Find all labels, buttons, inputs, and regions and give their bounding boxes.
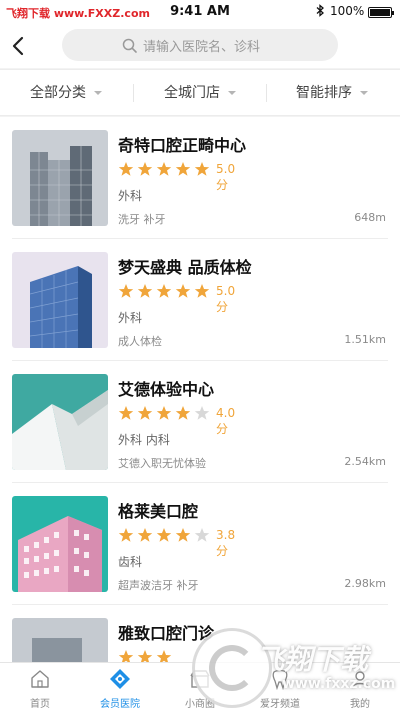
clinic-name: 梦天盛典 品质体检 — [118, 258, 252, 277]
back-button[interactable] — [6, 30, 36, 62]
star-filled-icon — [137, 527, 153, 547]
star-filled-icon — [137, 649, 153, 662]
star-filled-icon — [137, 161, 153, 181]
header: 请输入医院名、诊科 — [0, 24, 400, 68]
clinic-services: 成人体检 — [118, 335, 162, 348]
clinic-thumbnail — [12, 130, 108, 226]
tab-home[interactable]: 首页 — [0, 663, 80, 712]
rating-score: 4.0分 — [216, 406, 236, 436]
clinic-name: 艾德体验中心 — [118, 380, 215, 399]
battery-icon — [368, 7, 394, 18]
star-filled-icon — [156, 161, 172, 181]
site-watermark-logo: 飞翔下载 www.fxxz.com — [192, 624, 400, 712]
filter-sort-label: 智能排序 — [296, 85, 352, 101]
bluetooth-icon — [316, 4, 325, 20]
filter-divider — [266, 84, 267, 102]
rating-score: 3.8分 — [216, 528, 236, 558]
watermark-url: www.fxxz.com — [282, 676, 396, 692]
clinic-list-item[interactable]: 艾德体验中心 4.0分 外科 内科 艾德入职无忧体验 2.54km — [0, 361, 400, 483]
star-filled-icon — [156, 283, 172, 303]
clinic-name: 奇特口腔正畸中心 — [118, 136, 247, 155]
star-filled-icon — [118, 649, 134, 662]
star-filled-icon — [118, 283, 134, 303]
clinic-department: 外科 — [118, 311, 143, 325]
star-filled-icon — [137, 405, 153, 425]
star-filled-icon — [156, 527, 172, 547]
clinic-name: 格莱美口腔 — [118, 502, 199, 521]
rating-score: 5.0分 — [216, 162, 236, 192]
tab-member-hospital-label: 会员医院 — [100, 699, 140, 710]
hospital-diamond-icon — [110, 669, 130, 689]
filter-category-label: 全部分类 — [30, 85, 86, 101]
filter-sort[interactable]: 智能排序 — [296, 70, 368, 116]
star-filled-icon — [175, 161, 191, 181]
star-empty-icon — [194, 527, 210, 547]
caret-down-icon — [360, 91, 368, 95]
clinic-distance: 2.54km — [344, 455, 386, 468]
filter-store-label: 全城门店 — [164, 85, 220, 101]
filter-bar: 全部分类 全城门店 智能排序 — [0, 69, 400, 116]
clinic-distance: 648m — [354, 211, 386, 224]
star-filled-icon — [118, 161, 134, 181]
star-filled-icon — [175, 527, 191, 547]
caret-down-icon — [228, 91, 236, 95]
star-filled-icon — [118, 527, 134, 547]
chevron-left-icon — [12, 36, 24, 56]
star-filled-icon — [156, 649, 172, 662]
search-icon — [122, 38, 137, 53]
filter-store[interactable]: 全城门店 — [164, 70, 236, 116]
clinic-thumbnail — [12, 618, 108, 662]
star-filled-icon — [118, 405, 134, 425]
watermark-brand: 飞翔下载 — [256, 643, 369, 676]
filter-divider — [133, 84, 134, 102]
search-input[interactable]: 请输入医院名、诊科 — [62, 29, 338, 61]
clinic-services: 艾德入职无忧体验 — [118, 457, 206, 470]
status-bar: 飞翔下载 www.FXXZ.com 9:41 AM 100% — [0, 0, 400, 24]
clinic-department: 外科 内科 — [118, 433, 170, 447]
filter-category[interactable]: 全部分类 — [30, 70, 102, 116]
clinic-list-item[interactable]: 奇特口腔正畸中心 5.0分 外科 洗牙 补牙 648m — [0, 117, 400, 239]
clinic-distance: 2.98km — [344, 577, 386, 590]
star-empty-icon — [194, 405, 210, 425]
clinic-department: 外科 — [118, 189, 143, 203]
search-placeholder: 请输入医院名、诊科 — [143, 40, 261, 55]
clinic-services: 超声波洁牙 补牙 — [118, 579, 199, 592]
clinic-thumbnail — [12, 252, 108, 348]
star-filled-icon — [194, 283, 210, 303]
battery-percent: 100% — [330, 4, 365, 18]
clinic-department: 齿科 — [118, 555, 143, 569]
star-filled-icon — [194, 161, 210, 181]
clinic-list-item[interactable]: 格莱美口腔 3.8分 齿科 超声波洁牙 补牙 2.98km — [0, 483, 400, 605]
star-filled-icon — [175, 405, 191, 425]
clinic-thumbnail — [12, 496, 108, 592]
star-filled-icon — [175, 283, 191, 303]
star-filled-icon — [156, 405, 172, 425]
clinic-distance: 1.51km — [344, 333, 386, 346]
caret-down-icon — [94, 91, 102, 95]
tab-home-label: 首页 — [30, 699, 50, 710]
tab-member-hospital[interactable]: 会员医院 — [80, 663, 160, 712]
clinic-services: 洗牙 补牙 — [118, 213, 166, 226]
rating-score: 5.0分 — [216, 284, 236, 314]
star-filled-icon — [137, 283, 153, 303]
clinic-thumbnail — [12, 374, 108, 470]
home-icon — [31, 670, 49, 688]
clinic-list-item[interactable]: 梦天盛典 品质体检 5.0分 外科 成人体检 1.51km — [0, 239, 400, 361]
clinic-list: 奇特口腔正畸中心 5.0分 外科 洗牙 补牙 648m 梦天盛典 品质体检 5.… — [0, 117, 400, 662]
